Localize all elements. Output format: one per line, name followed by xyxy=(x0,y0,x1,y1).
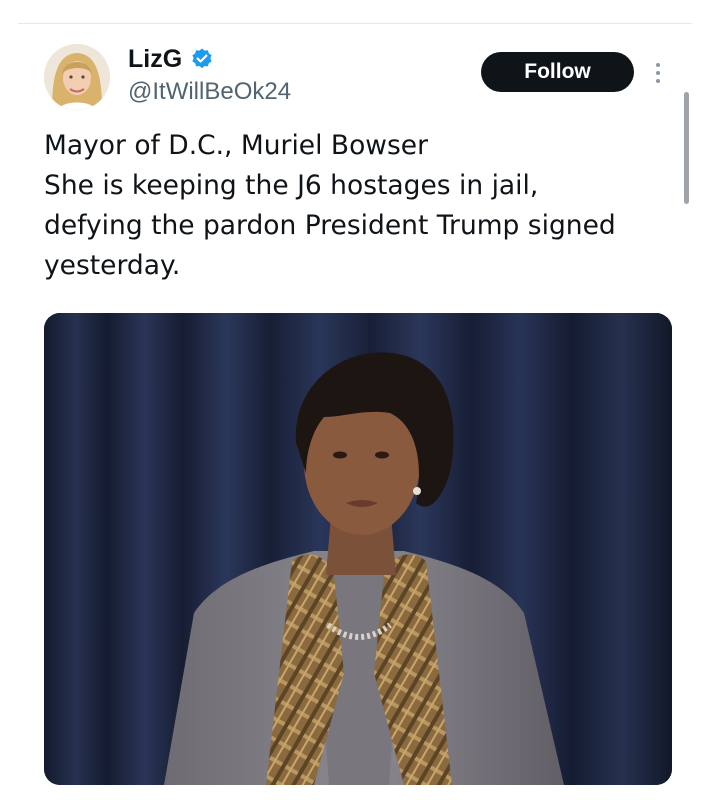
avatar[interactable] xyxy=(44,44,110,110)
author-name-row[interactable]: LizG xyxy=(128,44,214,74)
more-options-button[interactable] xyxy=(648,58,668,88)
tweet-text-line: yesterday. xyxy=(44,250,181,281)
tweet-text-line: defying the pardon President Trump signe… xyxy=(44,210,616,241)
more-dots-icon xyxy=(656,63,660,83)
author-display-name[interactable]: LizG xyxy=(128,45,182,74)
tweet-text-line: Mayor of D.C., Muriel Bowser xyxy=(44,130,428,161)
tweet-media-photo[interactable] xyxy=(44,313,672,785)
avatar-image xyxy=(44,44,110,110)
author-handle[interactable]: @ItWillBeOk24 xyxy=(128,78,291,106)
follow-button[interactable]: Follow xyxy=(481,52,634,92)
top-divider xyxy=(18,23,692,24)
tweet-text: Mayor of D.C., Muriel Bowser She is keep… xyxy=(44,126,684,286)
photo-image xyxy=(44,313,672,785)
verified-badge-icon xyxy=(190,47,214,71)
scrollbar[interactable] xyxy=(684,92,689,204)
tweet-text-line: She is keeping the J6 hostages in jail, xyxy=(44,170,539,201)
